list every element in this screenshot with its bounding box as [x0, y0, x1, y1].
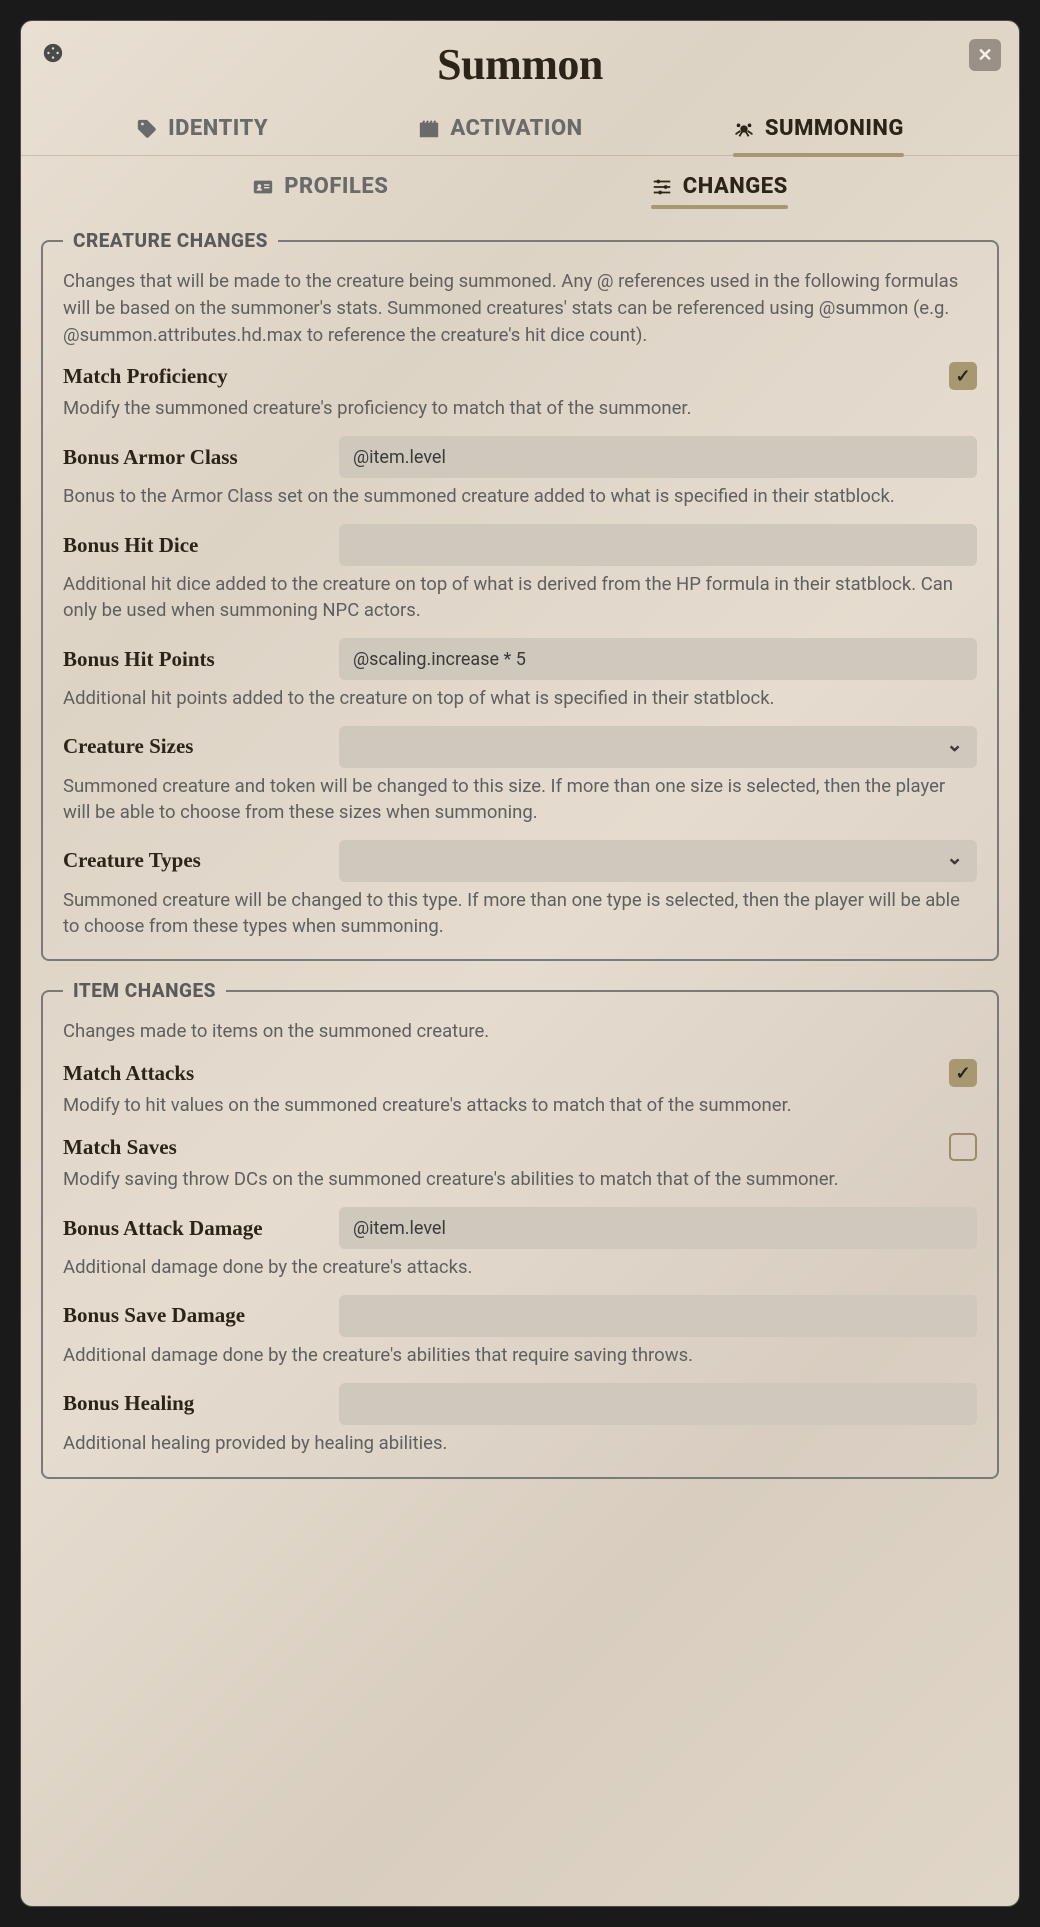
group-legend: CREATURE CHANGES — [63, 229, 278, 252]
field-hint: Additional damage done by the creature's… — [63, 1343, 977, 1369]
field-bonus-attack-dmg: Bonus Attack Damage Additional damage do… — [63, 1207, 977, 1281]
match-proficiency-checkbox[interactable] — [949, 362, 977, 390]
field-bonus-ac: Bonus Armor Class Bonus to the Armor Cla… — [63, 436, 977, 510]
match-saves-checkbox[interactable] — [949, 1133, 977, 1161]
tab-activation[interactable]: ACTIVATION — [418, 116, 582, 155]
palette-icon — [39, 39, 67, 67]
creature-sizes-select[interactable] — [339, 726, 977, 768]
field-label: Bonus Healing — [63, 1391, 323, 1416]
creature-changes-group: CREATURE CHANGES Changes that will be ma… — [41, 229, 999, 961]
field-bonus-healing: Bonus Healing Additional healing provide… — [63, 1383, 977, 1457]
field-creature-types: Creature Types Summoned creature will be… — [63, 840, 977, 940]
field-hint: Bonus to the Armor Class set on the summ… — [63, 484, 977, 510]
field-bonus-hd: Bonus Hit Dice Additional hit dice added… — [63, 524, 977, 624]
summon-window: ✕ Summon IDENTITY ACTIVATION SUMMONING P… — [20, 20, 1020, 1907]
match-attacks-checkbox[interactable] — [949, 1059, 977, 1087]
bonus-hd-input[interactable] — [339, 524, 977, 566]
clapboard-icon — [418, 118, 440, 140]
tab-label: IDENTITY — [168, 116, 268, 141]
field-label: Bonus Hit Points — [63, 647, 323, 672]
field-label: Match Attacks — [63, 1061, 323, 1086]
tab-summoning[interactable]: SUMMONING — [733, 116, 904, 155]
field-hint: Additional healing provided by healing a… — [63, 1431, 977, 1457]
field-hint: Additional damage done by the creature's… — [63, 1255, 977, 1281]
field-match-proficiency: Match Proficiency Modify the summoned cr… — [63, 362, 977, 422]
field-hint: Summoned creature will be changed to thi… — [63, 888, 977, 940]
field-match-saves: Match Saves Modify saving throw DCs on t… — [63, 1133, 977, 1193]
field-hint: Summoned creature and token will be chan… — [63, 774, 977, 826]
close-button[interactable]: ✕ — [969, 39, 1001, 71]
field-label: Bonus Armor Class — [63, 445, 323, 470]
bonus-hp-input[interactable] — [339, 638, 977, 680]
field-hint: Modify saving throw DCs on the summoned … — [63, 1167, 977, 1193]
id-card-icon — [252, 176, 274, 198]
tab-label: ACTIVATION — [450, 116, 582, 141]
content-area: CREATURE CHANGES Changes that will be ma… — [21, 217, 1019, 1499]
field-hint: Additional hit dice added to the creatur… — [63, 572, 977, 624]
tab-profiles[interactable]: PROFILES — [252, 174, 388, 207]
tab-label: SUMMONING — [765, 116, 904, 141]
field-match-attacks: Match Attacks Modify to hit values on th… — [63, 1059, 977, 1119]
bonus-healing-input[interactable] — [339, 1383, 977, 1425]
field-hint: Modify to hit values on the summoned cre… — [63, 1093, 977, 1119]
field-label: Bonus Hit Dice — [63, 533, 323, 558]
tab-identity[interactable]: IDENTITY — [136, 116, 268, 155]
close-icon: ✕ — [977, 45, 992, 66]
bonus-ac-input[interactable] — [339, 436, 977, 478]
field-bonus-save-dmg: Bonus Save Damage Additional damage done… — [63, 1295, 977, 1369]
field-hint: Modify the summoned creature's proficien… — [63, 396, 977, 422]
creature-types-select[interactable] — [339, 840, 977, 882]
field-label: Match Proficiency — [63, 364, 323, 389]
group-description: Changes that will be made to the creatur… — [63, 268, 977, 348]
field-bonus-hp: Bonus Hit Points Additional hit points a… — [63, 638, 977, 712]
tabs-primary: IDENTITY ACTIVATION SUMMONING — [21, 98, 1019, 156]
field-creature-sizes: Creature Sizes Summoned creature and tok… — [63, 726, 977, 826]
field-label: Bonus Attack Damage — [63, 1216, 323, 1241]
tag-icon — [136, 118, 158, 140]
field-label: Match Saves — [63, 1135, 323, 1160]
bonus-save-dmg-input[interactable] — [339, 1295, 977, 1337]
sliders-icon — [651, 176, 673, 198]
tab-changes[interactable]: CHANGES — [651, 174, 788, 207]
group-legend: ITEM CHANGES — [63, 979, 226, 1002]
field-label: Creature Types — [63, 848, 323, 873]
field-label: Bonus Save Damage — [63, 1303, 323, 1328]
group-description: Changes made to items on the summoned cr… — [63, 1018, 977, 1045]
window-header: ✕ Summon — [21, 21, 1019, 98]
tab-label: PROFILES — [284, 174, 388, 199]
page-title: Summon — [41, 39, 999, 90]
field-label: Creature Sizes — [63, 734, 323, 759]
pastafarian-icon — [733, 118, 755, 140]
item-changes-group: ITEM CHANGES Changes made to items on th… — [41, 979, 999, 1478]
bonus-attack-dmg-input[interactable] — [339, 1207, 977, 1249]
tab-label: CHANGES — [683, 174, 788, 199]
field-hint: Additional hit points added to the creat… — [63, 686, 977, 712]
tabs-secondary: PROFILES CHANGES — [21, 156, 1019, 217]
